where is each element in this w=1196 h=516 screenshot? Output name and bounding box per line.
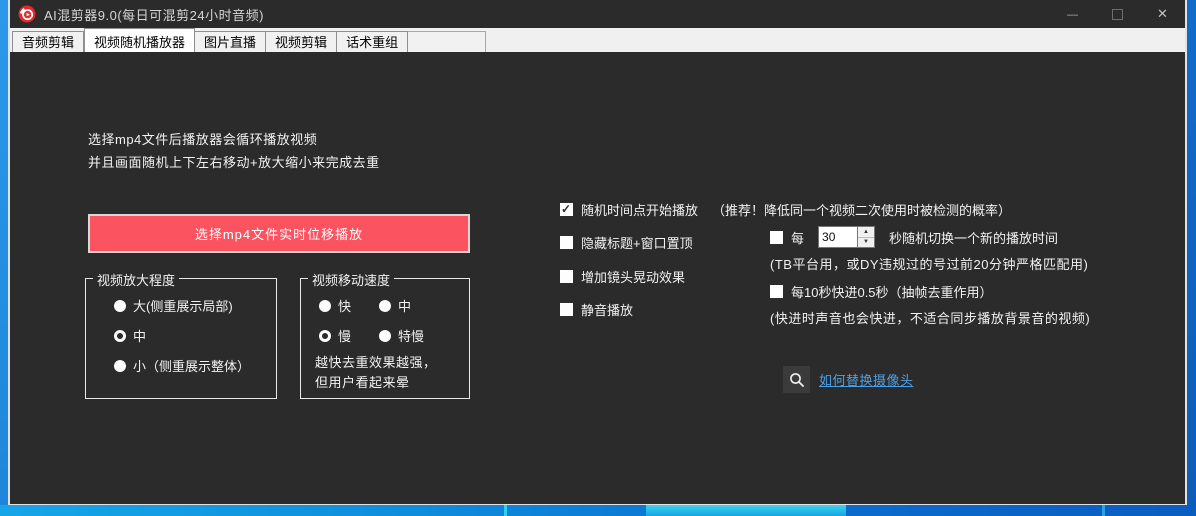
- video-speed-group: 视频移动速度 快 中 慢 特慢 越快去重效果越强，: [300, 278, 470, 399]
- window-title: AI混剪器9.0(每日可混剪24小时音频): [44, 5, 264, 24]
- desktop: AI混剪器9.0(每日可混剪24小时音频) 音频剪辑 视频随机播放器 图片直播 …: [0, 0, 1196, 516]
- random-start-note: （推荐！降低同一个视频二次使用时被检测的概率）: [712, 200, 1011, 219]
- select-mp4-button[interactable]: 选择mp4文件实时位移播放: [88, 214, 470, 253]
- video-zoom-group-title: 视频放大程度: [93, 270, 179, 289]
- minimize-icon: [1067, 5, 1078, 23]
- radio-selected-icon: [114, 330, 126, 342]
- radio-icon: [319, 300, 331, 312]
- tab-random-video-player[interactable]: 视频随机播放器: [84, 28, 195, 52]
- radio-icon: [379, 330, 391, 342]
- radio-icon: [114, 360, 126, 372]
- radio-label: 特慢: [398, 326, 424, 345]
- tab-bar: 音频剪辑 视频随机播放器 图片直播 视频剪辑 话术重组: [10, 28, 1185, 52]
- radio-selected-icon: [319, 330, 331, 342]
- radio-zoom-large[interactable]: 大(侧重展示局部): [114, 296, 233, 315]
- radio-label: 中: [133, 326, 146, 345]
- close-icon: [1157, 5, 1168, 23]
- checkbox-icon: [560, 303, 573, 316]
- maximize-icon: [1112, 9, 1123, 20]
- tab-strip-stub: [408, 31, 486, 52]
- maximize-button[interactable]: [1095, 0, 1140, 28]
- spinner-up-icon[interactable]: [858, 227, 874, 237]
- speed-note-line-2: 但用户看起来晕: [315, 373, 437, 393]
- replace-camera-link[interactable]: 如何替换摄像头: [819, 370, 914, 389]
- taskbar-highlight-segment: [646, 505, 846, 516]
- radio-icon: [114, 300, 126, 312]
- minimize-button[interactable]: [1050, 0, 1095, 28]
- taskbar-divider-line: [504, 505, 507, 516]
- checkbox-label: 随机时间点开始播放: [581, 200, 698, 219]
- main-panel: 选择mp4文件后播放器会循环播放视频 并且画面随机上下左右移动+放大缩小来完成去…: [10, 52, 1185, 504]
- radio-speed-slow[interactable]: 慢: [319, 326, 351, 345]
- interval-note: (TB平台用，或DY违规过的号过前20分钟严格匹配用): [770, 254, 1088, 273]
- tab-video-edit[interactable]: 视频剪辑: [266, 31, 337, 52]
- spinner-buttons: [858, 226, 875, 248]
- taskbar-divider-line: [1102, 505, 1105, 516]
- checkbox-label: 隐藏标题+窗口置顶: [581, 233, 693, 252]
- checkbox-label: 增加镜头晃动效果: [581, 267, 685, 286]
- checkbox-checked-icon: [560, 203, 573, 216]
- close-button[interactable]: [1140, 0, 1185, 28]
- camera-help-row: 如何替换摄像头: [783, 366, 914, 393]
- checkbox-random-start[interactable]: 随机时间点开始播放 （推荐！降低同一个视频二次使用时被检测的概率）: [560, 200, 1011, 219]
- tab-image-live[interactable]: 图片直播: [195, 31, 266, 52]
- desktop-taskbar-edge: [0, 505, 1196, 516]
- search-button[interactable]: [783, 366, 810, 393]
- radio-icon: [379, 300, 391, 312]
- speed-group-note: 越快去重效果越强， 但用户看起来晕: [315, 353, 437, 393]
- window-controls: [1050, 0, 1185, 28]
- radio-speed-fast[interactable]: 快: [319, 296, 351, 315]
- checkbox-icon: [770, 285, 783, 298]
- radio-label: 快: [338, 296, 351, 315]
- app-logo-icon: [18, 5, 36, 23]
- interval-prefix: 每: [791, 228, 804, 247]
- radio-zoom-medium[interactable]: 中: [114, 326, 146, 345]
- video-zoom-group: 视频放大程度 大(侧重展示局部) 中 小（侧重展示整体）: [85, 278, 277, 399]
- checkbox-icon: [560, 236, 573, 249]
- video-speed-group-title: 视频移动速度: [308, 270, 394, 289]
- intro-line-2: 并且画面随机上下左右移动+放大缩小来完成去重: [88, 151, 380, 174]
- checkbox-hide-title[interactable]: 隐藏标题+窗口置顶: [560, 233, 693, 252]
- spinner-down-icon[interactable]: [858, 237, 874, 248]
- checkbox-interval-switch[interactable]: 每 秒随机切换一个新的播放时间: [770, 226, 1058, 248]
- interval-spinner: [818, 226, 875, 248]
- checkbox-label: 静音播放: [581, 300, 633, 319]
- checkbox-icon: [560, 270, 573, 283]
- interval-seconds-input[interactable]: [818, 226, 858, 248]
- radio-label: 小（侧重展示整体）: [133, 356, 250, 375]
- radio-label: 慢: [338, 326, 351, 345]
- radio-zoom-small[interactable]: 小（侧重展示整体）: [114, 356, 250, 375]
- checkbox-camera-shake[interactable]: 增加镜头晃动效果: [560, 267, 685, 286]
- radio-label: 中: [398, 296, 411, 315]
- radio-speed-very-slow[interactable]: 特慢: [379, 326, 424, 345]
- intro-line-1: 选择mp4文件后播放器会循环播放视频: [88, 128, 380, 151]
- checkbox-mute-playback[interactable]: 静音播放: [560, 300, 633, 319]
- tab-audio-edit[interactable]: 音频剪辑: [12, 31, 84, 52]
- intro-text: 选择mp4文件后播放器会循环播放视频 并且画面随机上下左右移动+放大缩小来完成去…: [88, 128, 380, 174]
- checkbox-icon: [770, 231, 783, 244]
- speed-note-line-1: 越快去重效果越强，: [315, 353, 437, 373]
- fast-forward-note: (快进时声音也会快进，不适合同步播放背景音的视频): [770, 308, 1090, 327]
- tab-script-remix[interactable]: 话术重组: [337, 31, 408, 52]
- interval-suffix: 秒随机切换一个新的播放时间: [889, 228, 1058, 247]
- title-bar: AI混剪器9.0(每日可混剪24小时音频): [10, 0, 1185, 28]
- checkbox-fast-forward[interactable]: 每10秒快进0.5秒（抽帧去重作用）: [770, 282, 993, 301]
- checkbox-label: 每10秒快进0.5秒（抽帧去重作用）: [791, 282, 993, 301]
- search-icon: [789, 372, 805, 388]
- radio-label: 大(侧重展示局部): [133, 296, 233, 315]
- app-window: AI混剪器9.0(每日可混剪24小时音频) 音频剪辑 视频随机播放器 图片直播 …: [8, 0, 1187, 506]
- radio-speed-medium[interactable]: 中: [379, 296, 411, 315]
